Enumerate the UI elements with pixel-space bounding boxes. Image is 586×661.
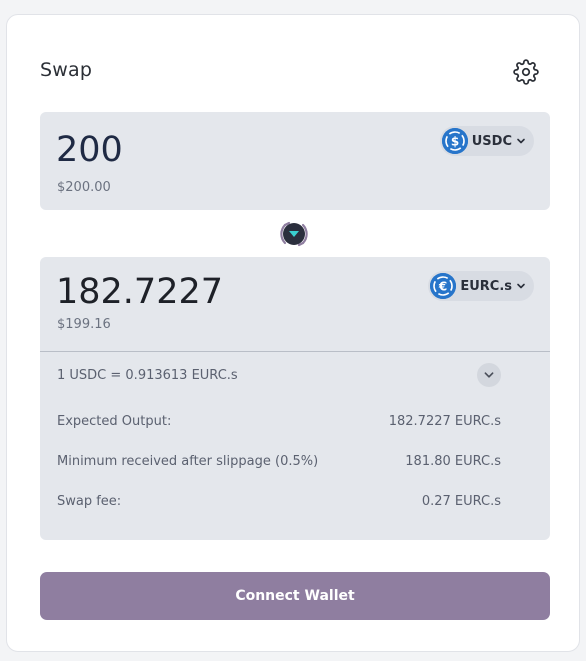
swap-card: Swap 200 $200.00 $ USDC 182.7227 $199.16…: [6, 14, 580, 652]
swap-fee-label: Swap fee:: [57, 494, 122, 509]
expected-output-label: Expected Output:: [57, 414, 172, 429]
exchange-rate: 1 USDC = 0.913613 EURC.s: [57, 368, 238, 383]
divider: [40, 351, 550, 352]
swap-fee-row: Swap fee: 0.27 EURC.s: [57, 494, 501, 509]
settings-button[interactable]: [511, 57, 541, 87]
page-title: Swap: [40, 59, 93, 81]
details-toggle-button[interactable]: [477, 363, 501, 387]
svg-text:€: €: [438, 280, 447, 294]
swap-fee-value: 0.27 EURC.s: [421, 494, 501, 509]
gear-icon: [513, 59, 539, 85]
to-token-symbol: EURC.s: [460, 278, 512, 294]
minimum-received-label: Minimum received after slippage (0.5%): [57, 454, 319, 469]
expected-output-value: 182.7227 EURC.s: [388, 414, 501, 429]
swap-direction-icon: [280, 221, 308, 247]
to-token-panel: 182.7227 $199.16 € EURC.s 1 USDC = 0.913…: [40, 257, 550, 540]
expected-output-row: Expected Output: 182.7227 EURC.s: [57, 414, 501, 429]
eurc-icon: €: [430, 273, 457, 299]
minimum-received-value: 181.80 EURC.s: [405, 454, 501, 469]
from-token-symbol: USDC: [471, 133, 512, 149]
svg-text:$: $: [451, 135, 459, 149]
from-token-selector[interactable]: $ USDC: [439, 126, 534, 156]
connect-wallet-button[interactable]: Connect Wallet: [40, 572, 550, 620]
chevron-down-icon: [516, 136, 526, 146]
from-token-panel: 200 $200.00 $ USDC: [40, 112, 550, 210]
to-fiat-value: $199.16: [57, 317, 111, 332]
switch-direction-button[interactable]: [275, 217, 313, 251]
usdc-icon: $: [441, 128, 468, 154]
chevron-down-icon: [516, 281, 526, 291]
to-amount-output: 182.7227: [56, 272, 224, 312]
chevron-down-icon: [484, 372, 494, 378]
to-token-selector[interactable]: € EURC.s: [428, 271, 534, 301]
from-amount-input[interactable]: 200: [56, 130, 123, 170]
from-fiat-value: $200.00: [57, 180, 111, 195]
minimum-received-row: Minimum received after slippage (0.5%) 1…: [57, 454, 501, 469]
